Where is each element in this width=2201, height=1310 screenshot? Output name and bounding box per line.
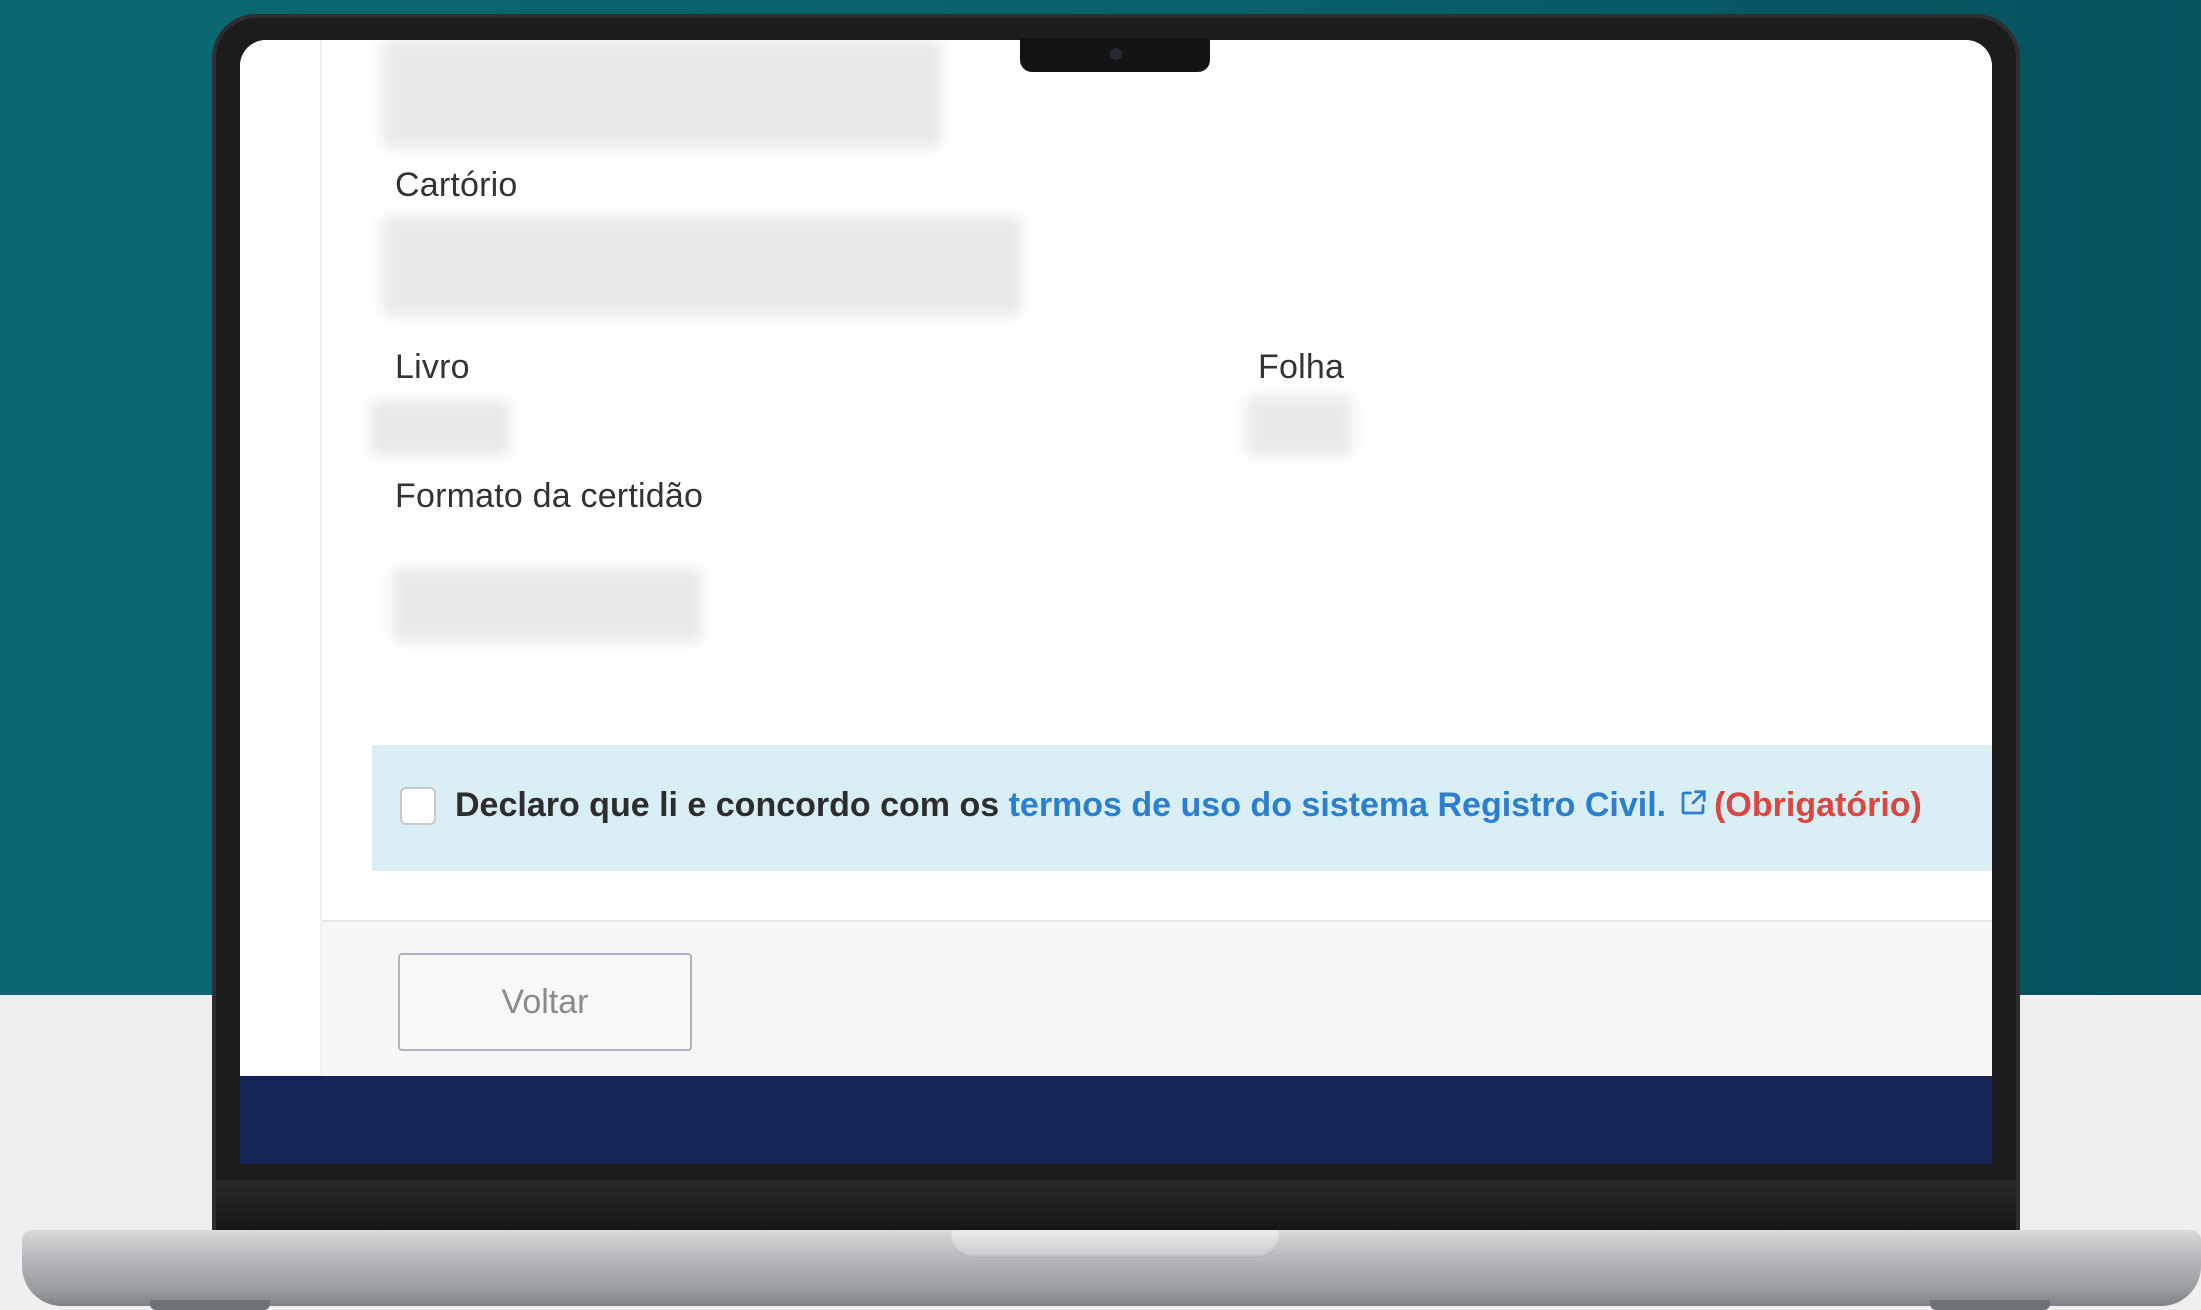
laptop-foot-left xyxy=(150,1300,270,1310)
terms-prefix: Declaro que li e concordo com os xyxy=(455,786,1000,824)
cartorio-label: Cartório xyxy=(395,166,518,204)
left-margin-strip xyxy=(240,40,322,1076)
redacted-folha-value xyxy=(1246,396,1352,456)
formato-label: Formato da certidão xyxy=(395,477,704,515)
redacted-formato-value xyxy=(392,568,702,642)
site-footer xyxy=(240,1076,1992,1164)
camera-icon xyxy=(1110,48,1122,60)
terms-text: Declaro que li e concordo com os termos … xyxy=(455,786,1922,825)
redacted-cartorio-value xyxy=(382,216,1022,316)
terms-link[interactable]: termos de uso do sistema Registro Civil. xyxy=(1009,786,1667,824)
laptop-foot-right xyxy=(1930,1300,2050,1310)
redacted-field-top xyxy=(382,40,942,148)
external-link-icon[interactable] xyxy=(1678,788,1708,818)
laptop-opening-groove xyxy=(950,1230,1280,1258)
terms-checkbox[interactable] xyxy=(400,787,436,825)
back-button[interactable]: Voltar xyxy=(398,953,692,1051)
livro-label: Livro xyxy=(395,348,470,386)
laptop-screen: Cartório Livro Folha Formato da certidão… xyxy=(240,40,1992,1164)
required-marker: (Obrigatório) xyxy=(1714,786,1922,824)
folha-label: Folha xyxy=(1258,348,1345,386)
redacted-livro-value xyxy=(370,400,510,456)
